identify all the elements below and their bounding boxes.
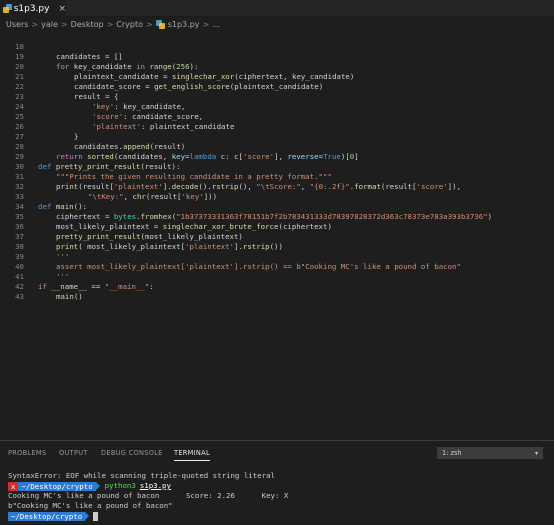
- code-line: 25 'plaintext': plaintext_candidate: [0, 102, 554, 131]
- prompt-arrow-icon: [95, 482, 100, 490]
- chevron-right-icon: >: [60, 20, 68, 29]
- breadcrumb-crypto[interactable]: Crypto: [116, 20, 143, 29]
- error-status-badge: x: [8, 481, 19, 491]
- tab-debug-console[interactable]: DEBUG CONSOLE: [101, 449, 163, 457]
- code-line: 27 candidates.append(result): [0, 122, 554, 151]
- close-icon[interactable]: ×: [58, 4, 66, 14]
- code-editor[interactable]: 18 candidates = [] 19 for key_candidate …: [0, 32, 554, 440]
- terminal-command: python3: [104, 481, 136, 490]
- breadcrumb-more[interactable]: ...: [212, 20, 220, 29]
- breadcrumb: Users > yale > Desktop > Crypto > s1p3.p…: [0, 17, 554, 32]
- terminal-command-arg[interactable]: s1p3.py: [140, 481, 171, 491]
- chevron-right-icon: >: [106, 20, 114, 29]
- terminal-select[interactable]: 1: zsh ▾: [437, 447, 543, 459]
- code-line: 41 if __name__ == "__main__":: [0, 262, 554, 291]
- bottom-panel: PROBLEMS OUTPUT DEBUG CONSOLE TERMINAL 1…: [0, 440, 554, 525]
- breadcrumb-desktop[interactable]: Desktop: [71, 20, 104, 29]
- breadcrumb-yale[interactable]: yale: [41, 20, 58, 29]
- code-line: 21 candidate_score = get_english_score(p…: [0, 62, 554, 91]
- code-line: 24 'score': candidate_score,: [0, 92, 554, 121]
- panel-tab-bar: PROBLEMS OUTPUT DEBUG CONSOLE TERMINAL 1…: [0, 441, 554, 465]
- breadcrumb-file-label: s1p3.py: [167, 20, 200, 29]
- code-line: 35 most_likely_plaintext = singlechar_xo…: [0, 202, 554, 231]
- tab-output[interactable]: OUTPUT: [59, 449, 88, 457]
- code-line: 38 ''': [0, 232, 554, 261]
- tab-terminal[interactable]: TERMINAL: [174, 449, 210, 461]
- breadcrumb-users[interactable]: Users: [6, 20, 28, 29]
- chevron-right-icon: >: [31, 20, 39, 29]
- code-line: 43: [0, 282, 554, 301]
- editor-tab-bar: s1p3.py ×: [0, 0, 554, 17]
- terminal-output-text: Cooking MC's like a pound of bacon Score…: [8, 491, 289, 500]
- python-file-icon: [155, 20, 165, 29]
- code-line: 18 candidates = []: [0, 32, 554, 61]
- code-line: 36 pretty_print_result(most_likely_plain…: [0, 212, 554, 241]
- chevron-right-icon: >: [202, 20, 210, 29]
- terminal-line: b"Cooking MC's like a pound of bacon": [8, 501, 548, 511]
- code-line: 33 def main():: [0, 182, 554, 211]
- terminal-prompt-line: x ~/Desktop/crypto python3 s1p3.py: [8, 481, 548, 491]
- editor-tab-s1p3[interactable]: s1p3.py ×: [0, 0, 66, 17]
- python-file-icon: [3, 4, 12, 13]
- code-line: 39 assert most_likely_plaintext['plainte…: [0, 242, 554, 271]
- terminal-line: Cooking MC's like a pound of bacon Score…: [8, 491, 548, 501]
- prompt-arrow-icon: [85, 512, 90, 520]
- code-line: 40 ''': [0, 252, 554, 281]
- code-line: 20 plaintext_candidate = singlechar_xor(…: [0, 52, 554, 81]
- code-line: 26 }: [0, 112, 554, 141]
- terminal-output-bytes: b"Cooking MC's like a pound of bacon": [8, 501, 173, 510]
- code-line: 28 return sorted(candidates, key=lambda …: [0, 132, 554, 161]
- terminal-error-text: SyntaxError: EOF while scanning triple-q…: [8, 471, 275, 480]
- code-line: 23 'key': key_candidate,: [0, 82, 554, 111]
- code-line: 29 def pretty_print_result(result):: [0, 142, 554, 171]
- chevron-right-icon: >: [146, 20, 153, 29]
- code-line: 30 """Prints the given resulting candida…: [0, 152, 554, 181]
- code-line: 19 for key_candidate in range(256):: [0, 42, 554, 71]
- line-number: 43: [15, 292, 24, 301]
- code-line: 31 print(result['plaintext'].decode().rs…: [0, 162, 554, 191]
- code-token: main: [56, 292, 74, 301]
- code-line: 37 print( most_likely_plaintext['plainte…: [0, 222, 554, 251]
- code-line: 42 main(): [0, 272, 554, 301]
- code-token: (): [73, 292, 83, 301]
- prompt-path: ~/Desktop/crypto: [18, 481, 96, 491]
- terminal-prompt-line: ~/Desktop/crypto: [8, 511, 548, 521]
- tab-label: s1p3.py: [13, 3, 50, 14]
- terminal-output[interactable]: SyntaxError: EOF while scanning triple-q…: [8, 471, 548, 521]
- code-line: 22 result = {: [0, 72, 554, 101]
- terminal-select-value: 1: zsh: [442, 449, 462, 457]
- code-line: 32 "\tKey:", chr(result['key'])): [0, 172, 554, 201]
- code-line: 34 ciphertext = bytes.fromhex("1b3737333…: [0, 192, 554, 221]
- terminal-cursor: [93, 511, 99, 521]
- terminal-line: SyntaxError: EOF while scanning triple-q…: [8, 471, 548, 481]
- tab-problems[interactable]: PROBLEMS: [8, 449, 46, 457]
- chevron-down-icon: ▾: [534, 449, 538, 457]
- breadcrumb-file[interactable]: s1p3.py: [155, 20, 200, 29]
- prompt-path: ~/Desktop/crypto: [8, 511, 86, 521]
